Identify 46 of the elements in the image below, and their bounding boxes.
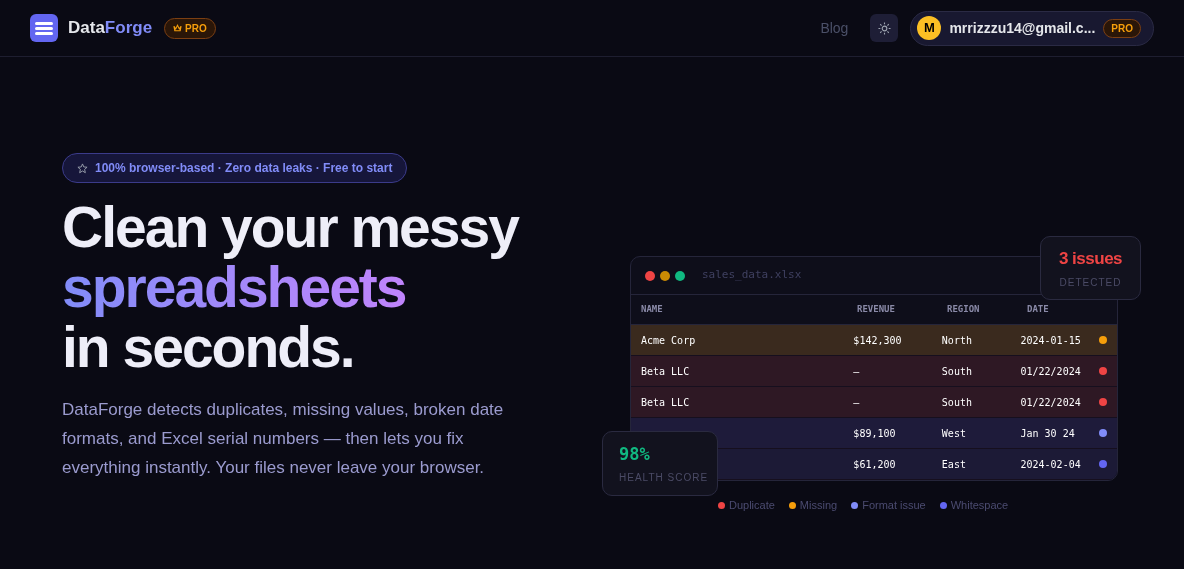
table-cell: $142,300 xyxy=(853,334,902,346)
table-cell: Acme Corp xyxy=(641,334,696,346)
logo-icon xyxy=(30,14,58,42)
account-button[interactable]: M mrrizzzu14@gmail.c... PRO xyxy=(910,10,1154,46)
health-label: HEALTH SCORE xyxy=(619,471,710,486)
legend-label: Format issue xyxy=(862,498,926,513)
table-cell: 01/22/2024 xyxy=(1020,365,1081,377)
column-header: NAME xyxy=(641,302,664,316)
table-cell: — xyxy=(853,365,860,377)
column-header: DATE xyxy=(1027,302,1050,316)
file-name: sales_data.xlsx xyxy=(702,267,802,284)
table-cell: Jan 30 24 xyxy=(1020,427,1075,439)
star-icon xyxy=(77,162,88,174)
table-cell: 01/22/2024 xyxy=(1020,396,1081,408)
sun-icon xyxy=(877,21,891,35)
table-cell: Beta LLC xyxy=(641,396,690,408)
avatar: M xyxy=(917,16,942,40)
column-header: REGION xyxy=(947,302,981,316)
brand-name[interactable]: DataForge xyxy=(68,15,153,41)
theme-toggle-button[interactable] xyxy=(870,14,899,42)
table-cell: South xyxy=(941,396,972,408)
table-cell: $61,200 xyxy=(853,458,896,470)
column-header: REVENUE xyxy=(857,302,896,316)
table-cell: 2024-02-04 xyxy=(1020,458,1081,470)
pro-badge: PRO xyxy=(164,17,216,39)
issues-count: 3 issues xyxy=(1058,248,1123,271)
pro-badge: PRO xyxy=(1103,18,1141,38)
table-cell: South xyxy=(941,365,972,377)
table-cell: $89,100 xyxy=(853,427,896,439)
health-score: 98% xyxy=(619,442,651,466)
hero-heading-line: Clean your messy xyxy=(62,197,518,257)
table-cell: 2024-01-15 xyxy=(1020,334,1081,346)
account-email: mrrizzzu14@gmail.c... xyxy=(949,18,1096,38)
tagline-pill: 100% browser-based · Zero data leaks · Free to start xyxy=(62,153,408,183)
table-cell: East xyxy=(941,458,966,470)
legend-label: Missing xyxy=(799,498,838,513)
issues-label: DETECTED xyxy=(1059,275,1122,290)
hero-heading-line: in seconds. xyxy=(62,317,354,377)
table-cell: — xyxy=(853,396,860,408)
table-cell: West xyxy=(941,427,966,439)
table-cell: North xyxy=(941,334,972,346)
table-cell: Beta LLC xyxy=(641,365,690,377)
legend-label: Duplicate xyxy=(729,498,775,513)
hero-description: DataForge detects duplicates, missing values, broken date formats, and Excel serial numbers — then lets you fix everything instantly. Your files never leave your browser. xyxy=(62,399,505,479)
crown-icon xyxy=(173,24,183,32)
legend-label: Whitespace xyxy=(950,498,1009,513)
